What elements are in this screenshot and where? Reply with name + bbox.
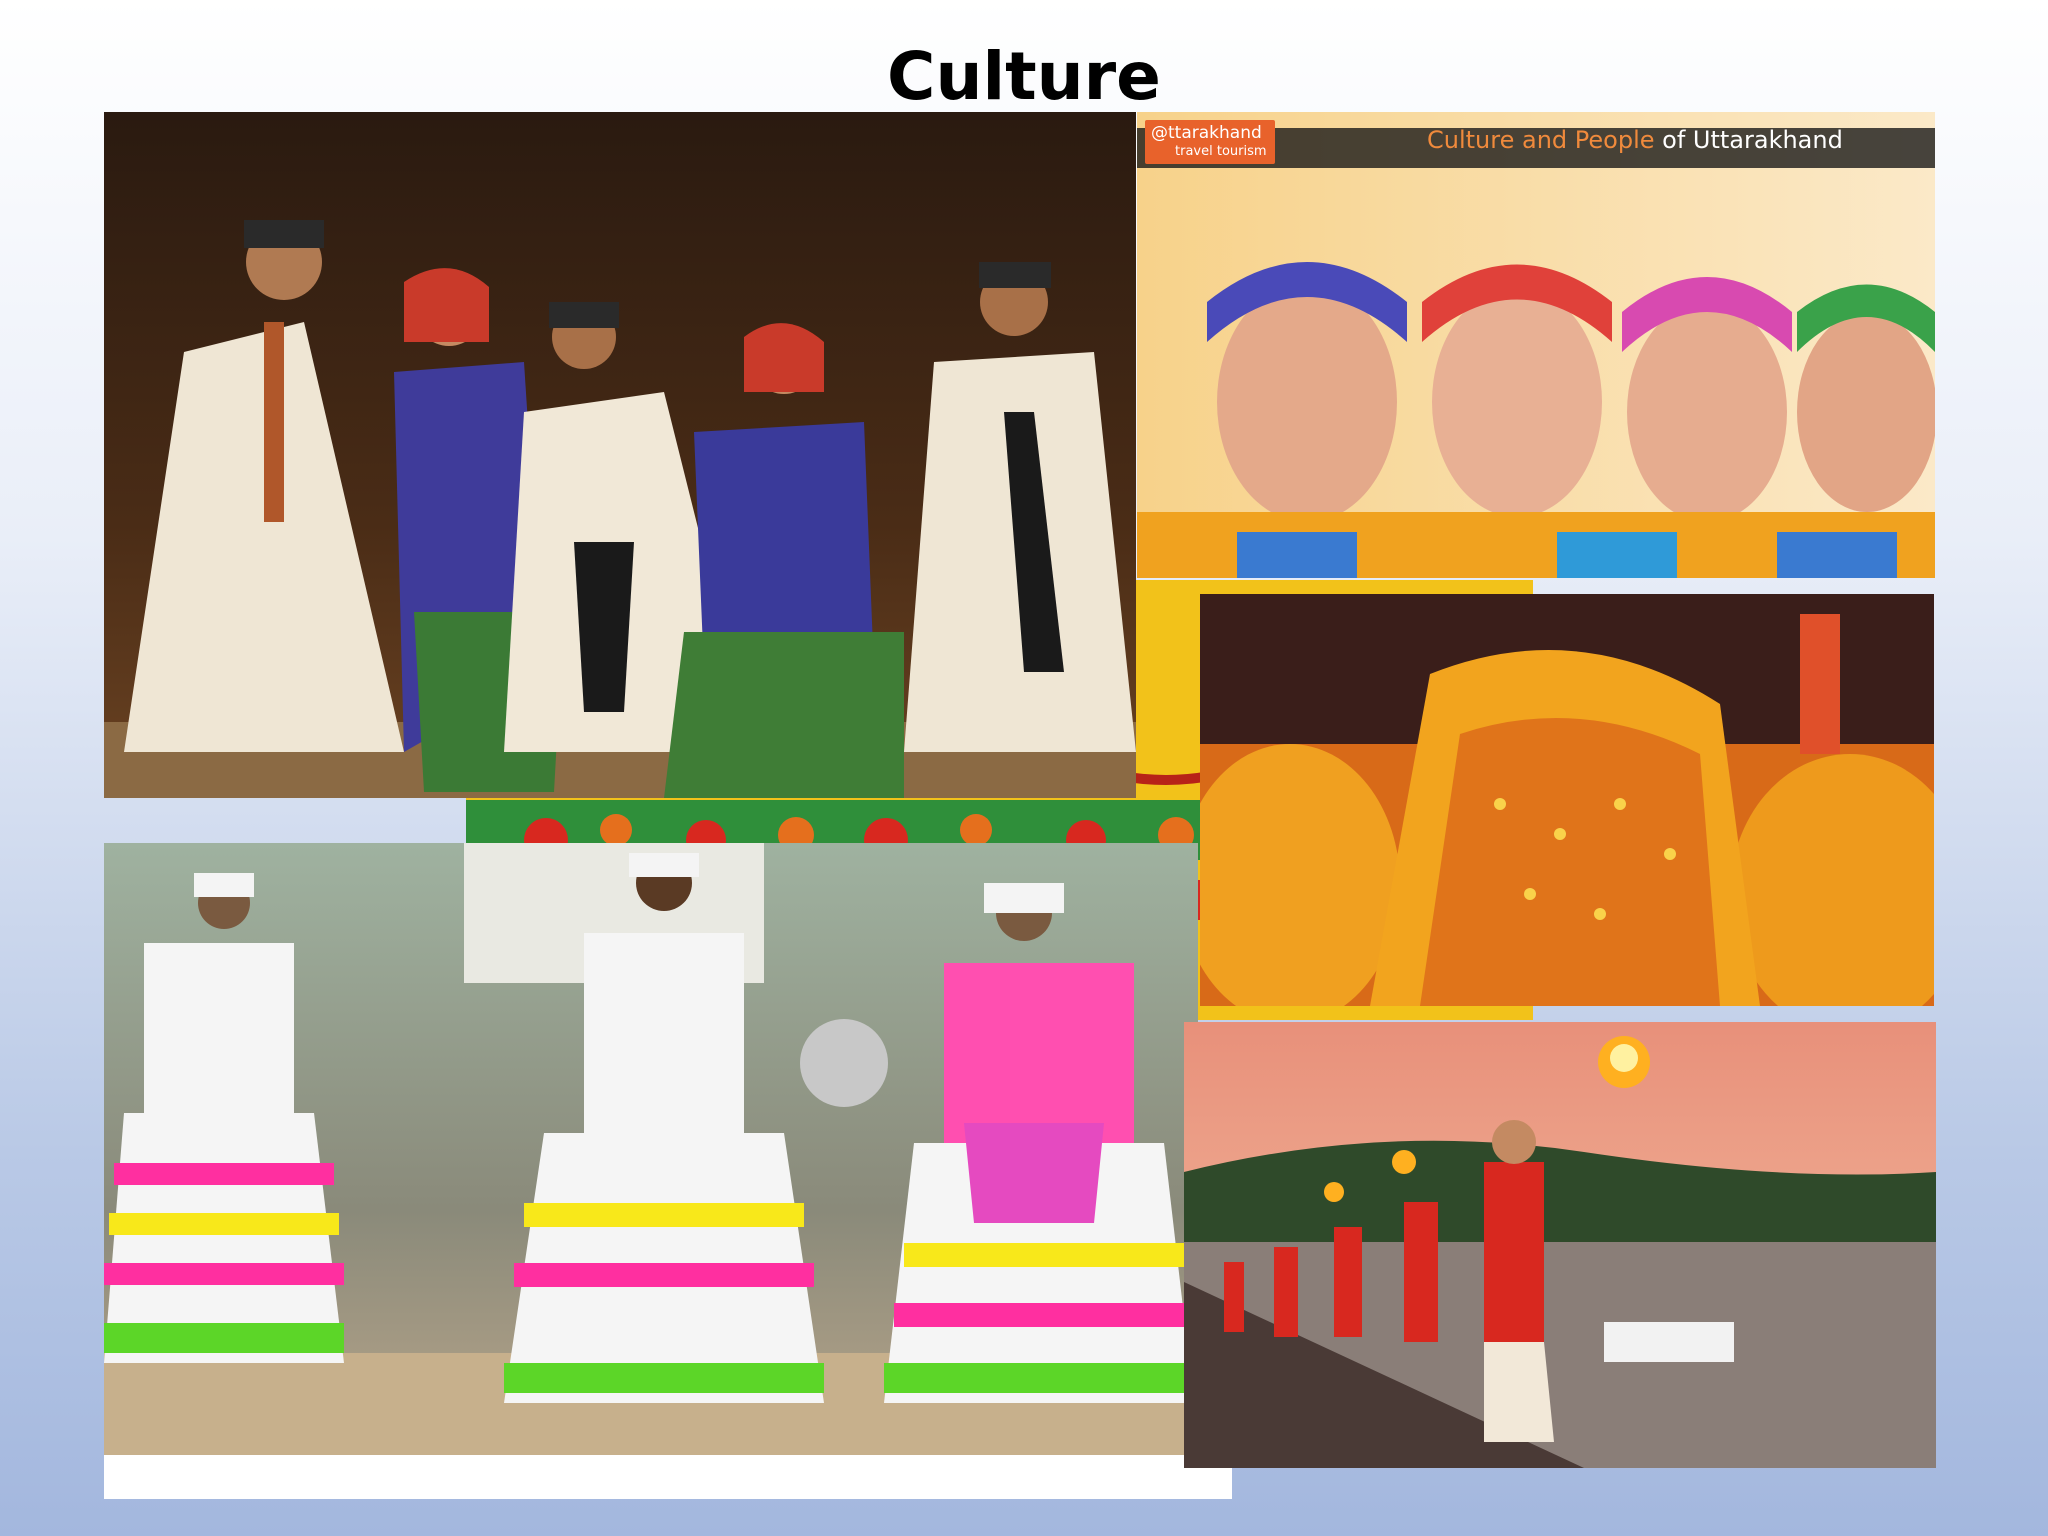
brand-tagline: travel tourism — [1175, 144, 1267, 159]
photo-women-portrait: @ttarakhand travel tourism Culture and P… — [1137, 112, 1935, 578]
photo-caption: Culture and People of Uttarakhand — [1427, 126, 1843, 154]
brand-name: @ttarakhand — [1151, 123, 1262, 143]
slide-title: Culture — [887, 38, 1161, 115]
photo-frame-base — [104, 1455, 1232, 1499]
photo-stage-dancers — [104, 112, 1136, 798]
brand-badge: @ttarakhand travel tourism — [1145, 120, 1275, 164]
caption-rest: of Uttarakhand — [1654, 126, 1843, 154]
caption-highlight: Culture and People — [1427, 126, 1655, 154]
photo-orange-veil — [1200, 594, 1934, 1006]
photo-river-aarti — [1184, 1022, 1936, 1468]
photo-colorful-dancers — [104, 843, 1198, 1455]
